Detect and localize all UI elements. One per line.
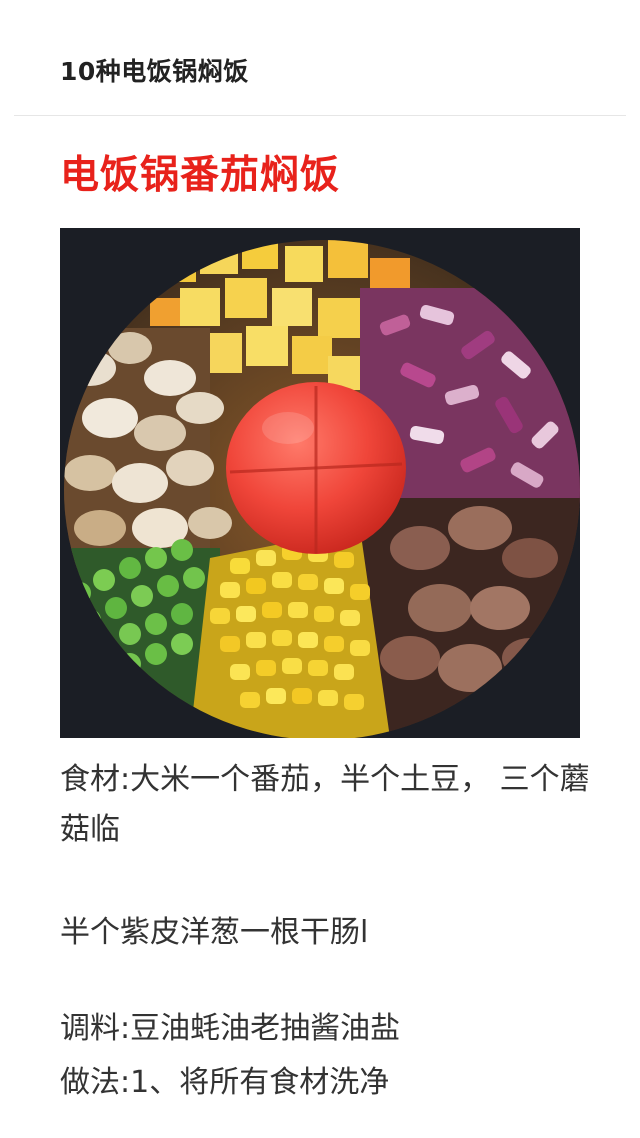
ingredients-text: 食材:大米一个番茄，半个土豆， 三个蘑菇临	[60, 762, 590, 847]
seasoning-text: 调料:豆油蚝油老抽酱油盐	[60, 1011, 401, 1046]
recipe-photo	[60, 228, 580, 738]
ingredients-text-continued: 半个紫皮洋葱一根干肠l	[60, 915, 369, 950]
corn-kernels	[190, 528, 390, 738]
tomato	[226, 382, 406, 554]
header-divider	[14, 115, 626, 116]
top-bar: 10种电饭锅焖饭	[0, 0, 640, 116]
section-title: 电饭锅番茄焖饭	[60, 153, 341, 198]
method-text: 做法:1、将所有食材洗净	[60, 1065, 390, 1100]
page-title: 10种电饭锅焖饭	[60, 57, 249, 86]
recipe-photo-illustration	[60, 228, 580, 738]
